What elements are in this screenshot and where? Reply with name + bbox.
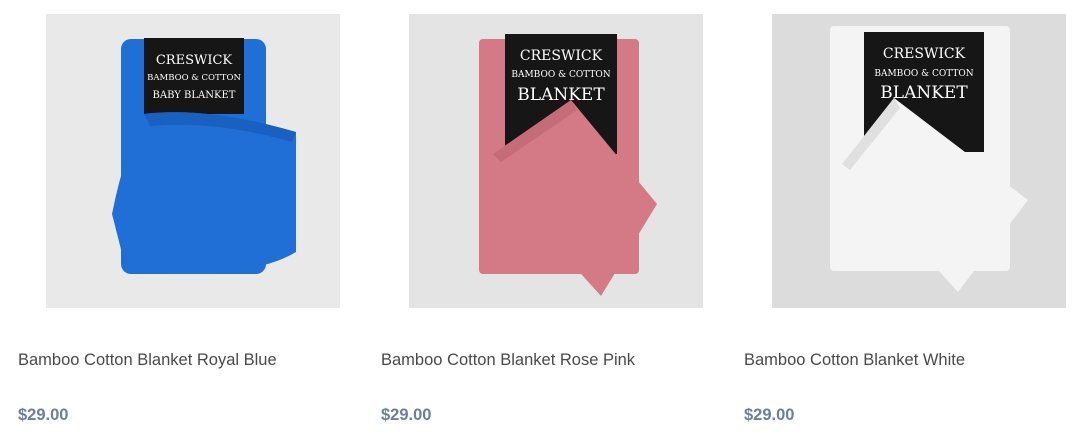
label-line-2: BAMBOO & COTTON [874, 69, 973, 79]
product-card: CRESWICK BAMBOO & COTTON BLANKET Bamboo … [381, 0, 711, 434]
label-line-1: CRESWICK [520, 48, 603, 64]
label-line-2: BAMBOO & COTTON [511, 70, 610, 80]
product-price: $29.00 [18, 406, 69, 424]
product-title-link[interactable]: Bamboo Cotton Blanket White [744, 350, 965, 370]
label-line-2: BAMBOO & COTTON [147, 73, 241, 83]
blanket-photo: CRESWICK BAMBOO & COTTON BABY BLANKET [46, 14, 340, 308]
label-line-1: CRESWICK [156, 53, 233, 68]
product-image-link[interactable]: CRESWICK BAMBOO & COTTON BABY BLANKET [46, 14, 340, 308]
label-line-1: CRESWICK [883, 46, 966, 62]
product-price: $29.00 [381, 406, 432, 424]
label-line-3: BABY BLANKET [153, 90, 236, 101]
product-card: CRESWICK BAMBOO & COTTON BLANKET Bamboo … [744, 0, 1074, 434]
product-card: CRESWICK BAMBOO & COTTON BABY BLANKET Ba… [18, 0, 348, 434]
product-grid: CRESWICK BAMBOO & COTTON BABY BLANKET Ba… [0, 0, 1080, 434]
label-line-3: BLANKET [517, 85, 605, 105]
blanket-photo: CRESWICK BAMBOO & COTTON BLANKET [409, 14, 703, 308]
product-title-link[interactable]: Bamboo Cotton Blanket Royal Blue [18, 350, 277, 370]
blanket-photo: CRESWICK BAMBOO & COTTON BLANKET [772, 14, 1066, 308]
product-image-link[interactable]: CRESWICK BAMBOO & COTTON BLANKET [772, 14, 1066, 308]
product-price: $29.00 [744, 406, 795, 424]
product-image-link[interactable]: CRESWICK BAMBOO & COTTON BLANKET [409, 14, 703, 308]
product-title-link[interactable]: Bamboo Cotton Blanket Rose Pink [381, 350, 635, 370]
